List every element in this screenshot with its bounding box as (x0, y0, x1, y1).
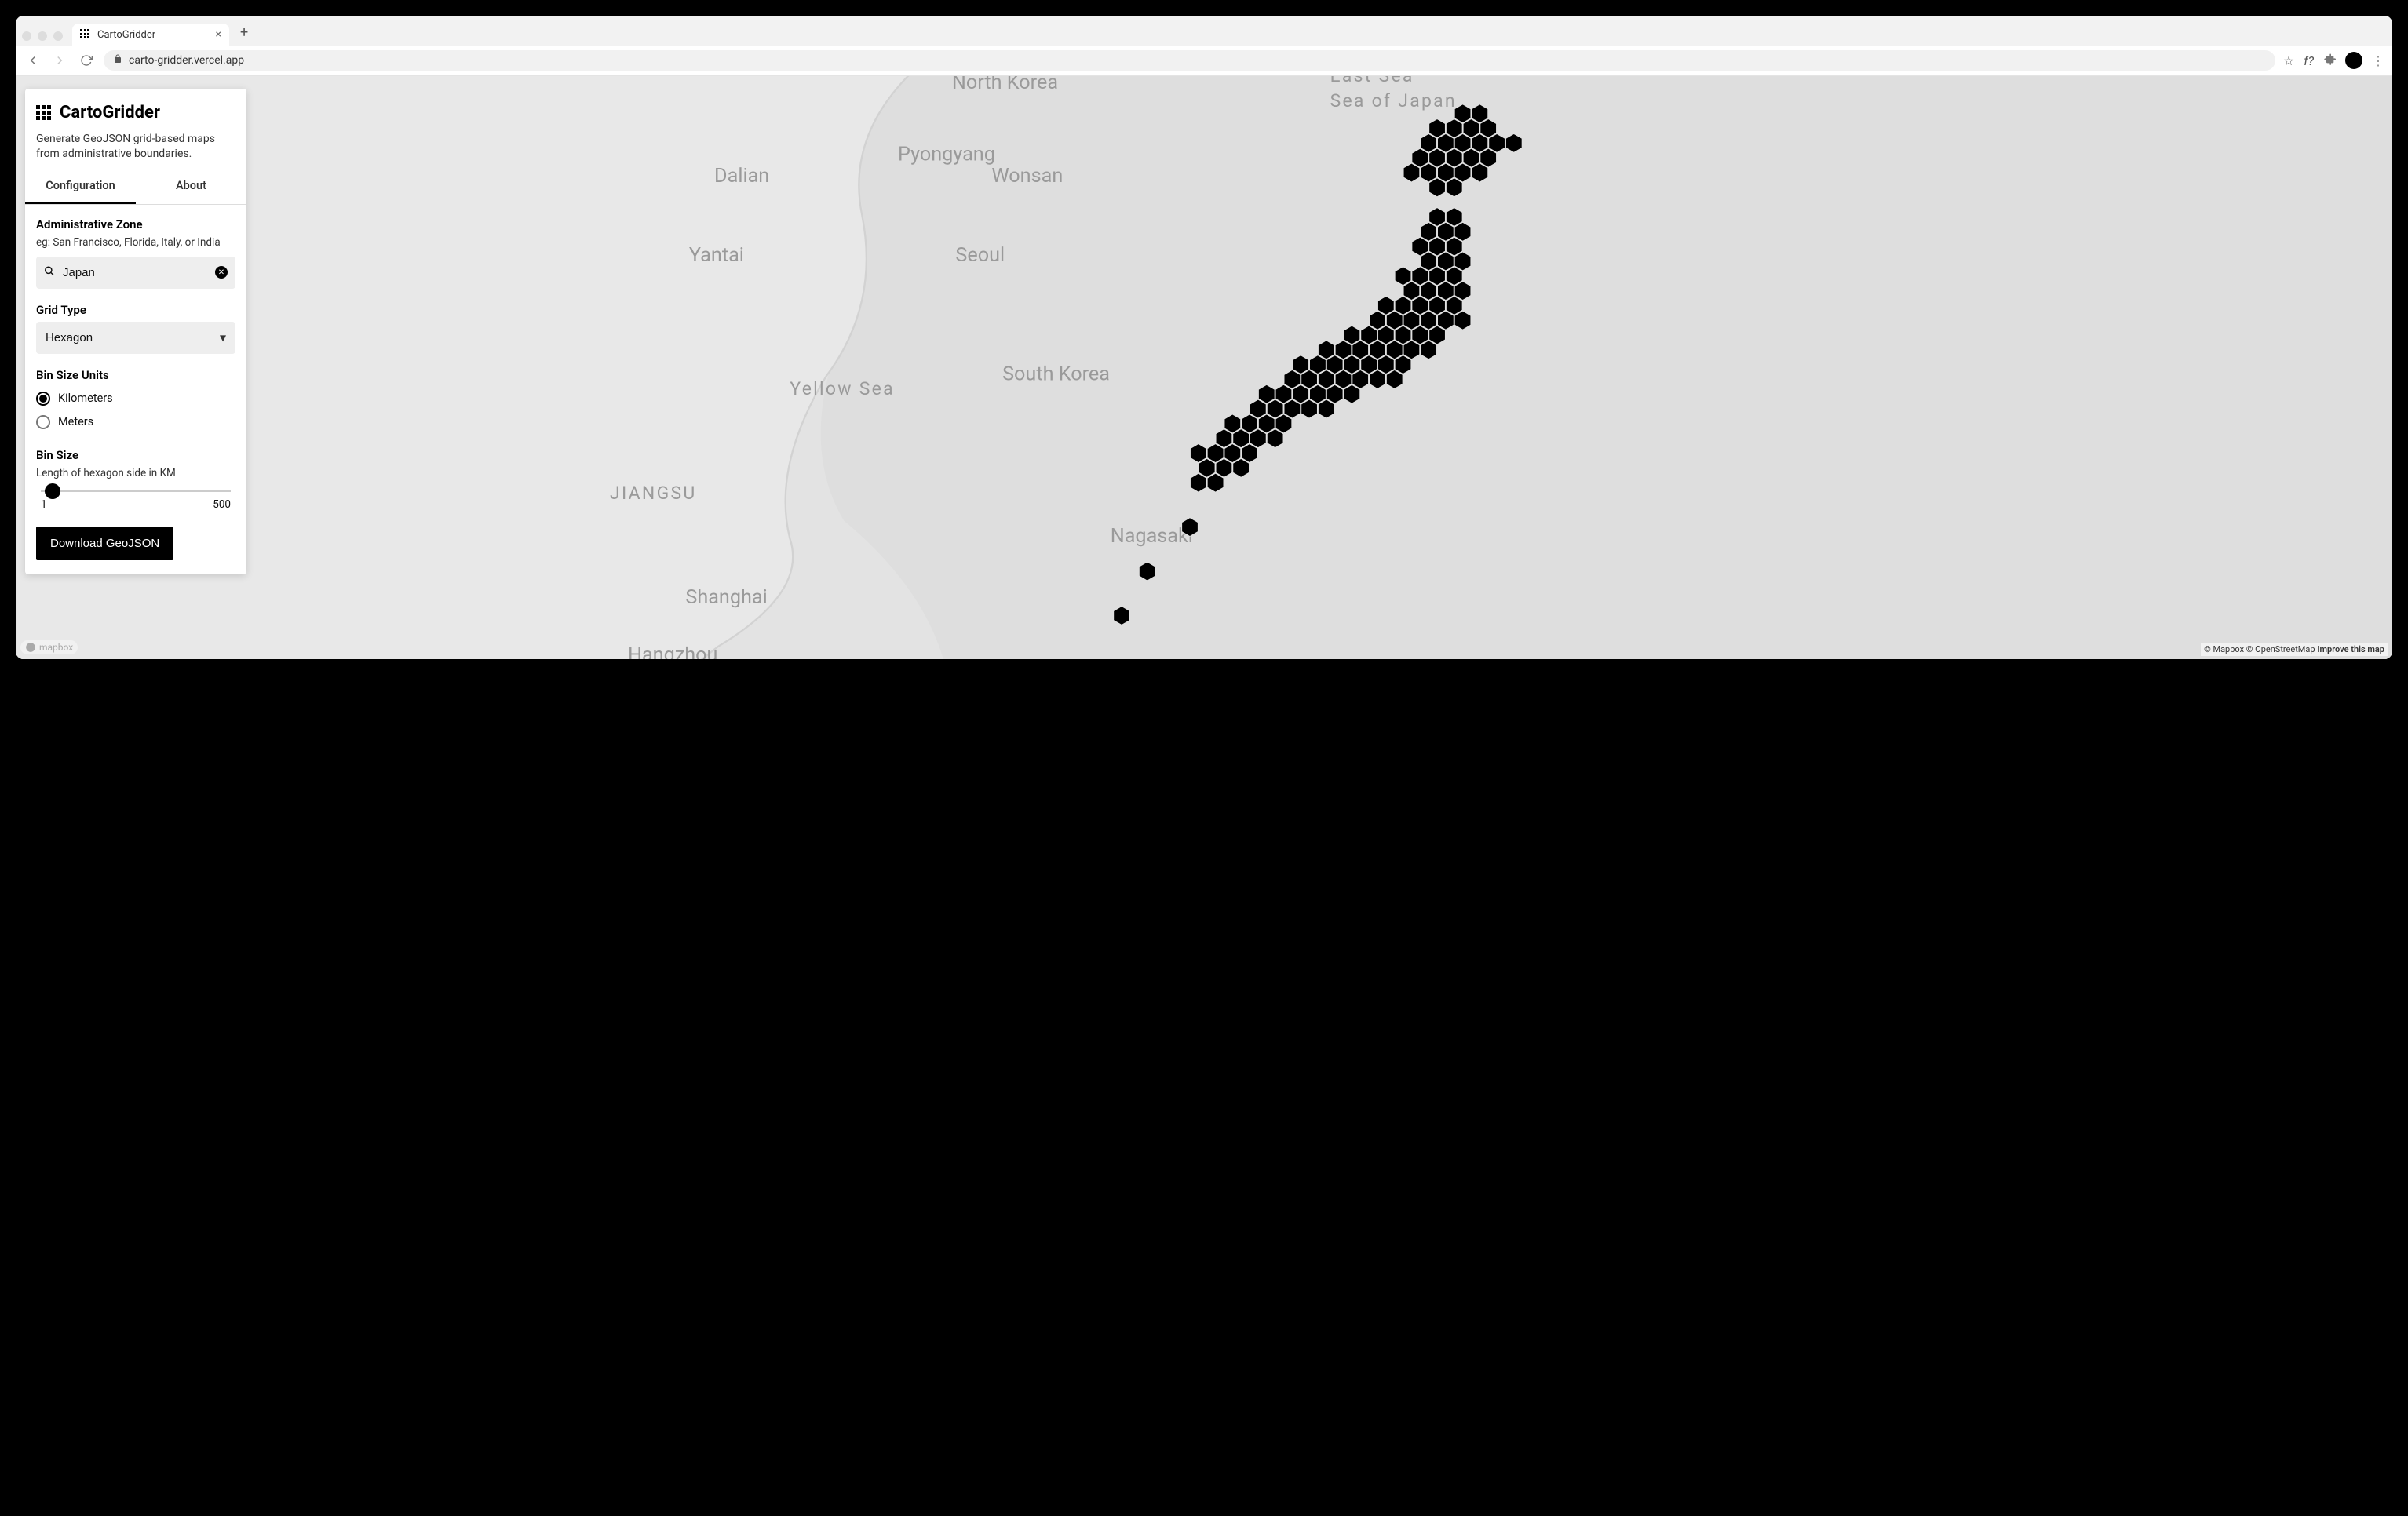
reload-button[interactable] (77, 51, 96, 70)
svg-text:Yellow Sea: Yellow Sea (790, 378, 895, 399)
svg-text:Dalian: Dalian (714, 165, 769, 188)
svg-text:Nagasaki: Nagasaki (1111, 525, 1193, 548)
profile-avatar[interactable] (2345, 52, 2362, 69)
app-brand: CartoGridder (36, 103, 235, 122)
tab-configuration[interactable]: Configuration (25, 169, 136, 204)
zone-hint: eg: San Francisco, Florida, Italy, or In… (36, 236, 235, 249)
url-text: carto-gridder.vercel.app (129, 54, 244, 67)
svg-text:Pyongyang: Pyongyang (898, 144, 995, 166)
app-subtitle: Generate GeoJSON grid-based maps from ad… (36, 132, 235, 162)
svg-text:East Sea —: East Sea — (1330, 76, 1436, 86)
close-tab-icon[interactable]: × (216, 28, 221, 41)
panel-tabs: Configuration About (25, 169, 246, 205)
svg-text:Yantai: Yantai (689, 244, 744, 267)
radio-meters[interactable]: Meters (36, 410, 235, 434)
lock-icon (113, 54, 122, 67)
browser-chrome: CartoGridder × + carto-gridder.vercel.ap… (16, 16, 2392, 76)
grid-icon (36, 105, 52, 121)
svg-text:North Korea: North Korea (952, 76, 1058, 94)
grid-type-title: Grid Type (36, 303, 235, 317)
download-button[interactable]: Download GeoJSON (36, 527, 173, 560)
slider-min: 1 (41, 498, 47, 511)
slider-thumb[interactable] (45, 483, 60, 499)
bin-size-slider[interactable] (41, 490, 231, 492)
tab-about[interactable]: About (136, 169, 246, 204)
map-canvas[interactable]: JixiChangchunJILINTongliaoVladivostokLIA… (16, 76, 2392, 659)
svg-text:JIANGSU: JIANGSU (610, 483, 697, 504)
improve-map-link[interactable]: Improve this map (2317, 644, 2384, 654)
clear-input-icon[interactable]: ✕ (215, 266, 228, 279)
zone-input[interactable] (36, 257, 235, 289)
window-controls[interactable] (22, 31, 66, 46)
slider-max: 500 (213, 498, 231, 511)
svg-text:Sea of Japan: Sea of Japan (1330, 90, 1457, 111)
search-icon (44, 265, 55, 280)
forward-button[interactable] (50, 51, 69, 70)
grid-type-select[interactable]: Hexagon (36, 322, 235, 354)
menu-icon[interactable]: ⋮ (2372, 53, 2384, 68)
star-icon[interactable]: ☆ (2283, 53, 2294, 68)
svg-text:South Korea: South Korea (1002, 363, 1110, 386)
svg-text:Shanghai: Shanghai (685, 586, 767, 609)
units-title: Bin Size Units (36, 368, 235, 382)
radio-kilometers[interactable]: Kilometers (36, 387, 235, 410)
font-query-icon[interactable]: f? (2304, 53, 2314, 68)
bin-size-title: Bin Size (36, 448, 235, 462)
extensions-icon[interactable] (2323, 53, 2336, 68)
mapbox-logo: mapbox (20, 640, 78, 654)
control-panel: CartoGridder Generate GeoJSON grid-based… (25, 89, 246, 574)
tab-title: CartoGridder (97, 29, 155, 41)
address-bar[interactable]: carto-gridder.vercel.app (104, 50, 2275, 71)
map-attribution: © Mapbox © OpenStreetMap Improve this ma… (2201, 643, 2388, 656)
svg-text:Seoul: Seoul (955, 244, 1005, 267)
svg-text:Hangzhou: Hangzhou (628, 643, 717, 659)
svg-text:Wonsan: Wonsan (991, 165, 1063, 188)
favicon-grid-icon (80, 29, 91, 40)
zone-title: Administrative Zone (36, 217, 235, 231)
browser-tab[interactable]: CartoGridder × (72, 24, 229, 46)
bin-size-hint: Length of hexagon side in KM (36, 467, 235, 479)
new-tab-button[interactable]: + (235, 24, 253, 46)
back-button[interactable] (24, 51, 42, 70)
